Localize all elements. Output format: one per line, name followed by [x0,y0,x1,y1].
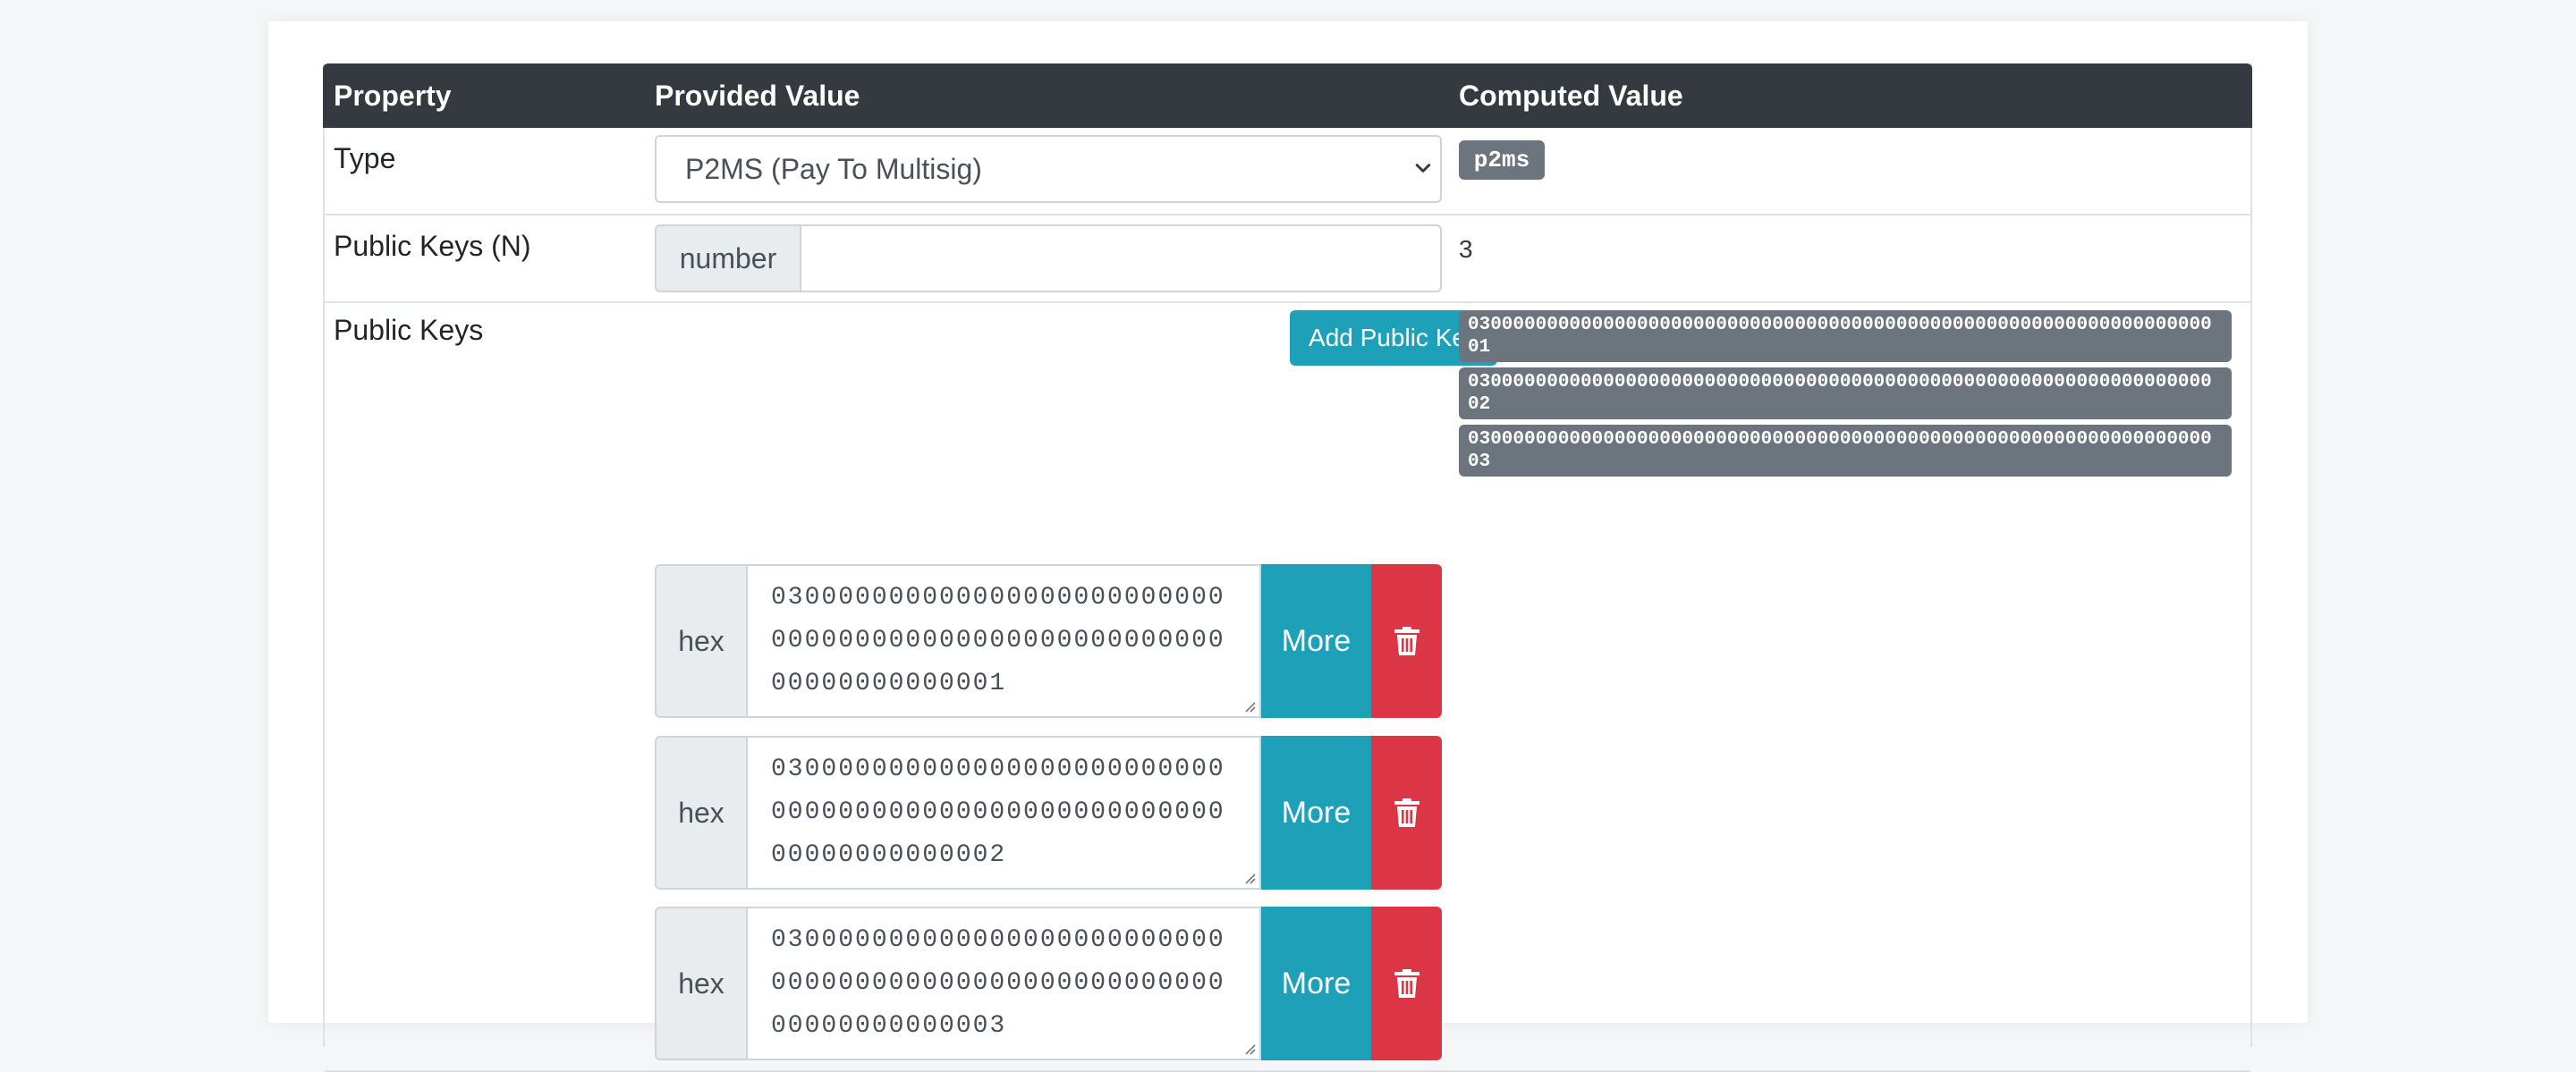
public-key-textarea[interactable]: 0300000000000000000000000000000000000000… [748,907,1261,1060]
card: Property Provided Value Computed Value T… [268,21,2308,1072]
hex-addon: hex [655,564,748,718]
property-table: Property Provided Value Computed Value T… [323,63,2252,1072]
computed-key-badge: 0300000000000000000000000000000000000000… [1459,367,2232,419]
resize-grip-icon[interactable] [1243,872,1256,884]
hex-addon: hex [655,907,748,1060]
table-header: Property Provided Value Computed Value [323,63,2252,128]
public-keys-n-input-group: number [655,224,1442,292]
delete-key-button[interactable] [1371,564,1442,718]
public-keys-n-input[interactable] [801,224,1442,292]
table-row-public-keys: Public Keys Add Public Key 0300000000000… [325,303,2250,1072]
type-select-value: P2MS (Pay To Multisig) [685,153,982,185]
header-property: Property [334,80,452,112]
public-key-entry: hex 030000000000000000000000000000000000… [655,907,1442,1060]
resize-grip-icon[interactable] [1243,700,1256,713]
delete-key-button[interactable] [1371,907,1442,1060]
header-provided-value: Provided Value [655,80,860,112]
public-key-textarea[interactable]: 0300000000000000000000000000000000000000… [748,736,1261,890]
header-computed-value: Computed Value [1459,80,1683,112]
public-keys-n-label: Public Keys (N) [334,230,531,262]
more-button[interactable]: More [1261,564,1371,718]
type-computed-badge: p2ms [1459,140,1545,180]
number-addon: number [655,224,801,292]
public-key-entry: hex 030000000000000000000000000000000000… [655,736,1442,890]
table-row-type: Type P2MS (Pay To Multisig) p2ms [325,128,2250,215]
computed-key-badge: 0300000000000000000000000000000000000000… [1459,310,2232,362]
public-key-textarea[interactable]: 0300000000000000000000000000000000000000… [748,564,1261,718]
type-select[interactable]: P2MS (Pay To Multisig) [655,135,1442,203]
computed-key-badge: 0300000000000000000000000000000000000000… [1459,425,2232,477]
public-keys-n-computed: 3 [1459,235,1473,263]
public-key-entry: hex 030000000000000000000000000000000000… [655,564,1442,718]
public-key-value: 0300000000000000000000000000000000000000… [771,584,1225,697]
more-button[interactable]: More [1261,907,1371,1060]
delete-key-button[interactable] [1371,736,1442,890]
table-row-public-keys-n: Public Keys (N) number 3 [325,215,2250,303]
hex-addon: hex [655,736,748,890]
chevron-down-icon [1415,164,1431,173]
resize-grip-icon[interactable] [1243,1042,1256,1055]
more-button[interactable]: More [1261,736,1371,890]
public-keys-label: Public Keys [334,314,484,346]
trash-icon [1394,969,1419,998]
trash-icon [1394,627,1419,655]
public-key-value: 0300000000000000000000000000000000000000… [771,926,1225,1040]
trash-icon [1394,798,1419,827]
public-key-value: 0300000000000000000000000000000000000000… [771,755,1225,869]
type-label: Type [334,142,396,174]
